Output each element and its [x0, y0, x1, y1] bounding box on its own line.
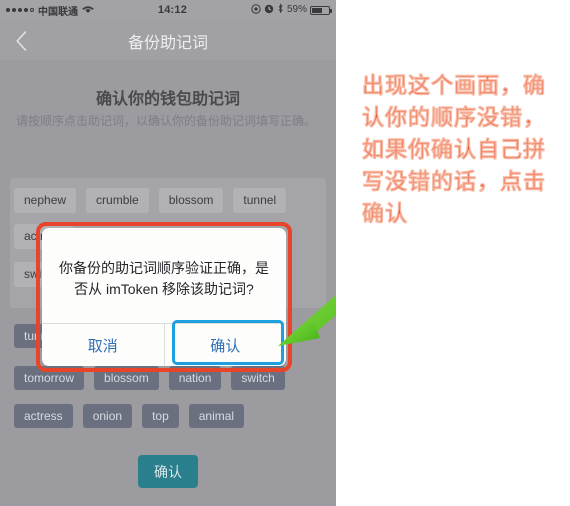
- carrier-label: 中国联通: [38, 6, 78, 18]
- status-bar: 中国联通 14:12 59%: [0, 0, 336, 20]
- selected-word-chip[interactable]: top: [142, 404, 179, 428]
- selected-word-row-3: actress onion top animal: [14, 404, 326, 428]
- alarm-clock-icon: [264, 4, 274, 17]
- status-bar-clock: 14:12: [157, 4, 188, 16]
- battery-percent-label: 59%: [286, 4, 307, 15]
- nav-bar: 备份助记词: [0, 20, 336, 60]
- content-subheading: 请按顺序点击助记词，以确认你的备份助记词填写正确。: [16, 114, 317, 128]
- confirm-button[interactable]: 确认: [138, 455, 198, 488]
- word-chip[interactable]: nephew: [14, 188, 77, 212]
- selected-word-chip[interactable]: onion: [82, 404, 133, 428]
- dialog-highlight-box: [36, 222, 292, 372]
- word-pool-row-1: nephew crumble blossom tunnel: [14, 188, 326, 212]
- selected-word-chip[interactable]: animal: [188, 404, 245, 428]
- wifi-icon: [82, 4, 94, 17]
- status-bar-left: 中国联通: [6, 3, 94, 18]
- battery-icon: [310, 5, 332, 15]
- status-bar-right: 59%: [251, 3, 332, 17]
- annotation-text: 出现这个画面，确认你的顺序没错，如果你确认自己拼写没错的话，点击确认: [362, 73, 547, 226]
- word-chip[interactable]: tunnel: [233, 188, 287, 212]
- rotation-lock-icon: [251, 3, 261, 17]
- phone-screenshot-panel: 中国联通 14:12 59% 备份助记词 确认你的钱包助记词 请按顺序点击助记词…: [0, 0, 336, 506]
- signal-strength-icon: [6, 8, 34, 12]
- page-title: 备份助记词: [127, 35, 208, 52]
- word-chip[interactable]: blossom: [158, 188, 224, 212]
- bluetooth-icon: [277, 3, 284, 17]
- word-chip[interactable]: crumble: [86, 188, 149, 212]
- annotation-panel: 出现这个画面，确认你的顺序没错，如果你确认自己拼写没错的话，点击确认: [340, 0, 570, 506]
- content-heading: 确认你的钱包助记词: [95, 91, 240, 108]
- selected-word-chip[interactable]: actress: [14, 404, 73, 428]
